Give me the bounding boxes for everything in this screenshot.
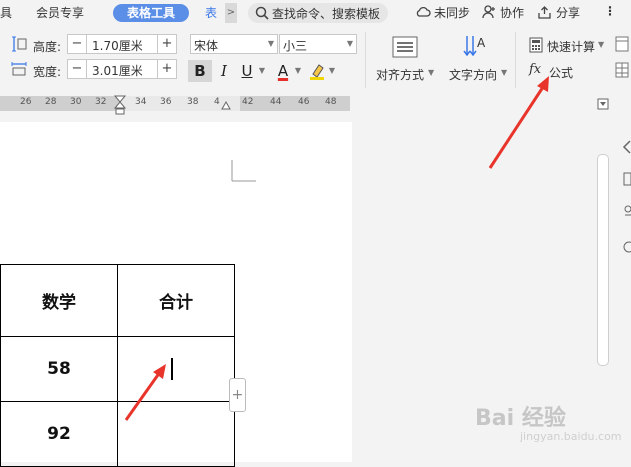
height-decrease-button[interactable]: −	[68, 35, 87, 53]
font-size-select[interactable]: 小三 ▼	[279, 34, 357, 54]
chevron-down-icon: ▼	[428, 68, 435, 77]
bold-button[interactable]: B	[188, 60, 212, 82]
side-panel-icon[interactable]	[622, 240, 631, 254]
side-panel-icon[interactable]	[622, 140, 631, 154]
indent-marker-icon[interactable]	[114, 95, 126, 115]
font-color-dropdown-icon[interactable]: ▼	[293, 60, 303, 82]
ruler-tick: 32	[95, 97, 107, 107]
tab-table-tools[interactable]: 表格工具	[113, 4, 190, 22]
more-menu-button[interactable]: ⋮	[604, 4, 616, 18]
table-row: 58	[0, 336, 235, 402]
height-label: 高度:	[33, 40, 62, 54]
scrollbar-thumb[interactable]	[597, 154, 609, 366]
vertical-scrollbar[interactable]	[595, 122, 611, 462]
table-row: 数学 合计	[0, 264, 235, 337]
ruler-tick: 34	[135, 97, 147, 107]
height-value[interactable]: 1.70厘米	[92, 37, 143, 54]
table-cell[interactable]: 92	[0, 401, 118, 467]
quick-calc-button[interactable]: 快速计算	[547, 38, 595, 55]
ruler-tick: 42	[242, 97, 254, 107]
annotation-arrow-cell	[124, 364, 166, 421]
chevron-down-icon: ▼	[346, 39, 353, 48]
table-cell[interactable]: 58	[0, 336, 118, 402]
collab-user-icon	[482, 5, 495, 19]
font-name-value: 宋体	[194, 39, 219, 53]
chevron-down-icon: ▼	[267, 39, 274, 48]
align-button[interactable]: 对齐方式	[376, 66, 424, 83]
ruler-tick: 48	[325, 97, 337, 107]
tab-bar: 具 会员专享 表格工具 表 > 查找命令、搜索模板 未同步 协作 分享 ⋮	[0, 0, 631, 26]
width-stepper[interactable]: − 3.01厘米 +	[67, 59, 177, 79]
share-button[interactable]: 分享	[556, 4, 580, 21]
separator	[365, 32, 366, 88]
calculator-icon	[529, 37, 543, 53]
watermark-url: jingyan.baidu.com	[520, 430, 622, 443]
side-panel-icon[interactable]	[622, 172, 631, 186]
ruler-tick: 46	[298, 97, 310, 107]
search-box[interactable]: 查找命令、搜索模板	[248, 3, 388, 23]
right-indent-marker-icon[interactable]	[221, 100, 231, 110]
highlight-icon[interactable]	[309, 62, 327, 80]
side-panel-icon[interactable]	[622, 205, 631, 219]
underline-button[interactable]: U	[238, 60, 256, 82]
annotation-arrow-formula	[488, 76, 549, 169]
watermark-logo: Bai 经验	[475, 406, 566, 431]
chevron-down-icon: ▼	[598, 40, 605, 49]
table-style-icon[interactable]	[615, 36, 629, 52]
underline-dropdown-icon[interactable]: ▼	[257, 60, 267, 82]
search-text: 查找命令、搜索模板	[272, 7, 381, 21]
align-icon	[392, 36, 418, 58]
italic-button[interactable]: I	[215, 60, 233, 82]
sync-status[interactable]: 未同步	[434, 4, 470, 21]
tab-overflow[interactable]: 表	[205, 4, 217, 22]
cloud-sync-icon	[416, 6, 431, 17]
ruler-tick: 38	[187, 97, 199, 107]
search-icon	[255, 6, 269, 20]
tab-member[interactable]: 会员专享	[36, 4, 84, 22]
font-size-value: 小三	[283, 39, 308, 53]
ruler-tick: 4	[214, 97, 220, 107]
width-increase-button[interactable]: +	[157, 60, 176, 78]
width-decrease-button[interactable]: −	[68, 60, 87, 78]
share-icon	[538, 6, 551, 19]
row-height-icon	[12, 36, 27, 52]
add-column-button[interactable]: +	[229, 378, 246, 412]
table-header-cell[interactable]: 数学	[0, 264, 118, 337]
height-increase-button[interactable]: +	[157, 35, 176, 53]
font-name-select[interactable]: 宋体 ▼	[190, 34, 278, 54]
margin-corner-mark	[231, 160, 256, 182]
highlight-dropdown-icon[interactable]: ▼	[327, 60, 337, 82]
collab-button[interactable]: 协作	[500, 4, 524, 21]
svg-text:A: A	[477, 36, 486, 50]
column-width-icon	[11, 62, 27, 76]
tab-cut-left[interactable]: 具	[0, 4, 12, 22]
document-table: 数学 合计 58 92	[0, 264, 235, 467]
width-value[interactable]: 3.01厘米	[92, 62, 143, 79]
ruler-tick: 26	[20, 97, 32, 107]
tabs-more-button[interactable]: >	[225, 3, 237, 23]
table-header-cell[interactable]: 合计	[117, 264, 235, 337]
ruler-tick: 36	[160, 97, 172, 107]
font-color-button[interactable]: A	[274, 60, 292, 82]
text-direction-icon: A	[463, 36, 486, 57]
height-stepper[interactable]: − 1.70厘米 +	[67, 34, 177, 54]
ruler-tick: 30	[70, 97, 82, 107]
ruler-tick: 44	[270, 97, 282, 107]
ruler-toggle-icon[interactable]	[597, 98, 609, 110]
table-row: 92	[0, 401, 235, 467]
width-label: 宽度:	[33, 65, 62, 79]
convert-table-icon[interactable]	[615, 62, 629, 78]
ruler-tick: 28	[45, 97, 57, 107]
